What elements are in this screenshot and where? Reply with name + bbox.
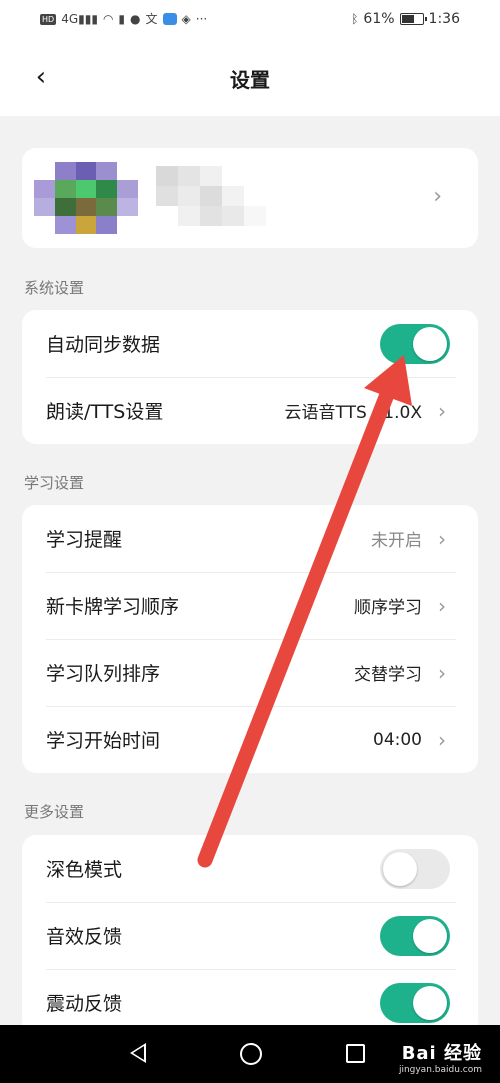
setting-new-card-order[interactable]: 新卡牌学习顺序 顺序学习 › (22, 572, 478, 639)
sound-feedback-label: 音效反馈 (46, 926, 123, 948)
study-reminder-value: 未开启 (371, 531, 422, 551)
setting-sound-feedback: 音效反馈 (22, 902, 478, 969)
dark-mode-label: 深色模式 (46, 859, 123, 881)
start-time-value: 04:00 (373, 729, 422, 750)
watermark: Bai 经验 jingyan.baidu.com (399, 1039, 482, 1075)
nav-recent-icon[interactable] (346, 1044, 365, 1063)
chevron-right-icon: › (433, 184, 442, 209)
queue-order-label: 学习队列排序 (46, 663, 161, 685)
watermark-title: Bai 经验 (401, 1043, 482, 1064)
toggle-knob (383, 852, 417, 886)
status-right: ᛒ 61% 1:36 (351, 11, 460, 27)
start-time-label: 学习开始时间 (46, 730, 161, 752)
status-time: 1:36 (428, 11, 460, 27)
wifi-icon: ◠ (102, 12, 114, 26)
system-settings-card: 自动同步数据 朗读/TTS设置 云语音TTS / 1.0X › (22, 310, 478, 444)
battery-icon (399, 13, 427, 25)
alert-icon: ▮ (118, 12, 126, 26)
new-card-order-value: 顺序学习 (354, 598, 422, 618)
new-card-order-label: 新卡牌学习顺序 (46, 596, 180, 618)
section-label-system: 系统设置 (24, 279, 85, 297)
chevron-right-icon: › (438, 593, 446, 618)
header: ‹ 设置 (0, 38, 500, 116)
profile-card[interactable]: › (22, 148, 478, 248)
setting-dark-mode: 深色模式 (22, 835, 478, 902)
section-label-study: 学习设置 (24, 474, 85, 492)
toggle-knob (413, 327, 447, 361)
auto-sync-toggle[interactable] (380, 324, 450, 364)
auto-sync-label: 自动同步数据 (46, 334, 161, 356)
tts-value: 云语音TTS / 1.0X (284, 403, 422, 423)
chevron-right-icon: › (438, 526, 446, 551)
more-settings-card: 深色模式 音效反馈 震动反馈 (22, 835, 478, 1035)
setting-queue-order[interactable]: 学习队列排序 交替学习 › (22, 639, 478, 706)
signal-icon: 4G▮▮▮ (61, 12, 98, 26)
setting-start-time[interactable]: 学习开始时间 04:00 › (22, 706, 478, 773)
study-reminder-label: 学习提醒 (46, 529, 123, 551)
setting-auto-sync: 自动同步数据 (22, 310, 478, 377)
more-icon: ··· (195, 12, 208, 26)
section-label-more: 更多设置 (24, 803, 85, 821)
shield-icon: ◈ (181, 12, 191, 26)
status-bar: HD 4G▮▮▮ ◠ ▮ ● 文 ◈ ··· ᛒ 61% 1:36 (0, 0, 500, 38)
sound-feedback-toggle[interactable] (380, 916, 450, 956)
watermark-url: jingyan.baidu.com (398, 1065, 482, 1075)
study-settings-card: 学习提醒 未开启 › 新卡牌学习顺序 顺序学习 › 学习队列排序 交替学习 › … (22, 505, 478, 773)
page-title: 设置 (230, 68, 270, 92)
bluetooth-icon: ᛒ (351, 12, 359, 26)
username-blurred (156, 166, 266, 226)
chevron-right-icon: › (438, 727, 446, 752)
nav-back-icon[interactable] (130, 1043, 146, 1063)
system-nav-bar: Bai 经验 jingyan.baidu.com (0, 1025, 500, 1083)
tts-label: 朗读/TTS设置 (46, 401, 164, 423)
vibration-feedback-label: 震动反馈 (46, 993, 123, 1015)
translate-icon: 文 (145, 12, 158, 26)
status-left: HD 4G▮▮▮ ◠ ▮ ● 文 ◈ ··· (40, 13, 207, 25)
chevron-right-icon: › (438, 660, 446, 685)
vibration-feedback-toggle[interactable] (380, 983, 450, 1023)
cloud-icon (162, 13, 177, 25)
setting-study-reminder[interactable]: 学习提醒 未开启 › (22, 505, 478, 572)
setting-tts[interactable]: 朗读/TTS设置 云语音TTS / 1.0X › (22, 377, 478, 444)
dark-mode-toggle[interactable] (380, 849, 450, 889)
chat-icon: ● (130, 12, 141, 26)
toggle-knob (413, 919, 447, 953)
hd-icon: HD (40, 13, 57, 25)
nav-home-icon[interactable] (240, 1043, 262, 1065)
battery-level (401, 15, 414, 23)
avatar (34, 162, 138, 234)
queue-order-value: 交替学习 (354, 665, 422, 685)
battery-percentage: 61% (363, 11, 395, 27)
chevron-right-icon: › (438, 398, 446, 423)
toggle-knob (413, 986, 447, 1020)
